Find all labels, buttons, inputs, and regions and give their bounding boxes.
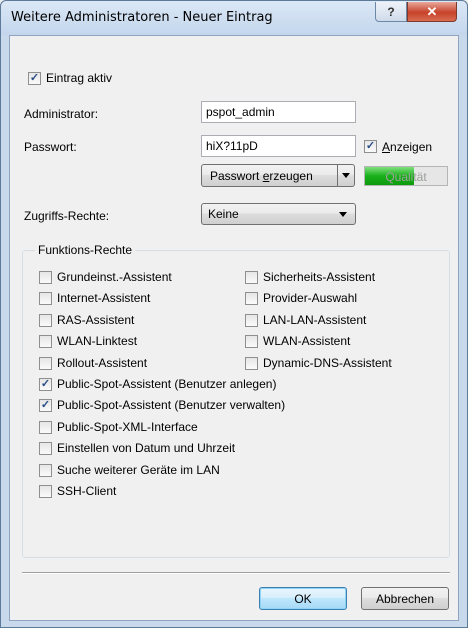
function-label: WLAN-Assistent bbox=[263, 334, 351, 348]
quality-label: Qualität bbox=[385, 170, 427, 184]
function-checkbox[interactable] bbox=[39, 314, 52, 327]
show-password-checkbox[interactable]: ✓ bbox=[364, 140, 377, 153]
administrator-input[interactable]: pspot_admin bbox=[201, 101, 356, 123]
function-checkbox[interactable] bbox=[39, 421, 52, 434]
function-label: Provider-Auswahl bbox=[263, 291, 358, 305]
title-bar[interactable]: Weitere Administratoren - Neuer Eintrag … bbox=[1, 1, 467, 35]
function-checkbox[interactable] bbox=[245, 314, 258, 327]
password-quality-meter: Qualität bbox=[364, 166, 448, 186]
chevron-down-icon bbox=[342, 173, 350, 178]
function-checkbox[interactable]: ✓ bbox=[39, 378, 52, 391]
function-label: Internet-Assistent bbox=[57, 291, 151, 305]
function-checkbox[interactable] bbox=[39, 335, 52, 348]
function-label: SSH-Client bbox=[57, 484, 117, 498]
password-input[interactable]: hiX?11pD bbox=[201, 135, 356, 157]
access-rights-value: Keine bbox=[208, 207, 239, 221]
function-label: Public-Spot-Assistent (Benutzer verwalte… bbox=[57, 398, 286, 412]
function-label: Grundeinst.-Assistent bbox=[57, 270, 172, 284]
entry-active-checkbox[interactable]: ✓ bbox=[28, 72, 41, 85]
function-label: Rollout-Assistent bbox=[57, 356, 148, 370]
function-label: Public-Spot-XML-Interface bbox=[57, 420, 198, 434]
function-label: Public-Spot-Assistent (Benutzer anlegen) bbox=[57, 377, 277, 391]
function-checkbox[interactable]: ✓ bbox=[39, 399, 52, 412]
cancel-button[interactable]: Abbrechen bbox=[361, 587, 449, 610]
function-label: Suche weiterer Geräte im LAN bbox=[57, 463, 220, 477]
administrator-label: Administrator: bbox=[24, 107, 99, 121]
separator bbox=[22, 572, 450, 574]
close-button[interactable]: ✕ bbox=[407, 2, 457, 22]
generate-password-dropdown[interactable] bbox=[337, 164, 355, 187]
function-checkbox[interactable] bbox=[39, 357, 52, 370]
function-checkbox[interactable] bbox=[39, 271, 52, 284]
function-checkbox[interactable] bbox=[245, 292, 258, 305]
dialog-client-area: ✓ Eintrag aktiv Administrator: pspot_adm… bbox=[9, 35, 459, 621]
show-password-label: Anzeigen bbox=[382, 140, 433, 154]
function-label: Einstellen von Datum und Uhrzeit bbox=[57, 441, 236, 455]
function-checkbox[interactable] bbox=[39, 292, 52, 305]
ok-button[interactable]: OK bbox=[259, 587, 347, 610]
function-checkbox[interactable] bbox=[39, 485, 52, 498]
close-icon: ✕ bbox=[426, 3, 438, 19]
function-label: LAN-LAN-Assistent bbox=[263, 313, 367, 327]
function-checkbox[interactable] bbox=[39, 464, 52, 477]
access-rights-label: Zugriffs-Rechte: bbox=[24, 209, 110, 223]
checkmark-icon: ✓ bbox=[40, 399, 51, 411]
password-label: Passwort: bbox=[24, 140, 77, 154]
window-title: Weitere Administratoren - Neuer Eintrag bbox=[11, 10, 273, 25]
function-label: WLAN-Linktest bbox=[57, 334, 138, 348]
function-checkbox[interactable] bbox=[39, 442, 52, 455]
chevron-down-icon bbox=[339, 212, 347, 217]
help-icon: ? bbox=[387, 4, 395, 19]
function-rights-title: Funktions-Rechte bbox=[35, 243, 136, 257]
checkmark-icon: ✓ bbox=[365, 140, 376, 152]
generate-password-button[interactable]: Passwort e rzeugen bbox=[201, 164, 338, 187]
dialog-window: Weitere Administratoren - Neuer Eintrag … bbox=[0, 0, 468, 628]
checkmark-icon: ✓ bbox=[40, 378, 51, 390]
function-checkbox[interactable] bbox=[245, 271, 258, 284]
function-label: RAS-Assistent bbox=[57, 313, 135, 327]
checkmark-icon: ✓ bbox=[29, 72, 40, 84]
function-checkbox[interactable] bbox=[245, 335, 258, 348]
function-label: Dynamic-DNS-Assistent bbox=[263, 356, 392, 370]
access-rights-select[interactable]: Keine bbox=[201, 203, 356, 225]
function-checkbox[interactable] bbox=[245, 357, 258, 370]
entry-active-label: Eintrag aktiv bbox=[46, 71, 113, 85]
function-label: Sicherheits-Assistent bbox=[263, 270, 376, 284]
help-button[interactable]: ? bbox=[375, 2, 407, 22]
